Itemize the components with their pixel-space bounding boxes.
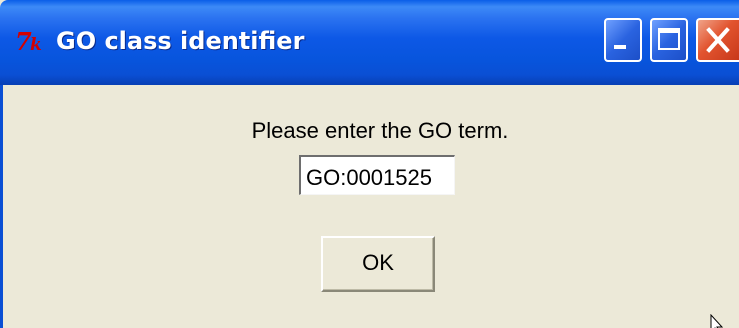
titlebar[interactable]: 7 k GO class identifier (0, 0, 739, 85)
tk-feather-icon: 7 k (14, 26, 50, 58)
minimize-button[interactable] (604, 18, 642, 62)
mouse-pointer-icon (709, 313, 729, 328)
maximize-icon (658, 28, 680, 50)
ok-button[interactable]: OK (321, 236, 435, 292)
close-button[interactable] (696, 18, 739, 62)
go-term-input[interactable] (299, 155, 455, 195)
window-title: GO class identifier (56, 27, 305, 55)
prompt-label: Please enter the GO term. (251, 118, 509, 143)
svg-text:k: k (30, 35, 42, 55)
dialog-window: 7 k GO class identifier Please enter the… (0, 0, 739, 328)
maximize-button[interactable] (650, 18, 688, 62)
close-icon (706, 27, 730, 53)
minimize-icon (614, 45, 626, 49)
